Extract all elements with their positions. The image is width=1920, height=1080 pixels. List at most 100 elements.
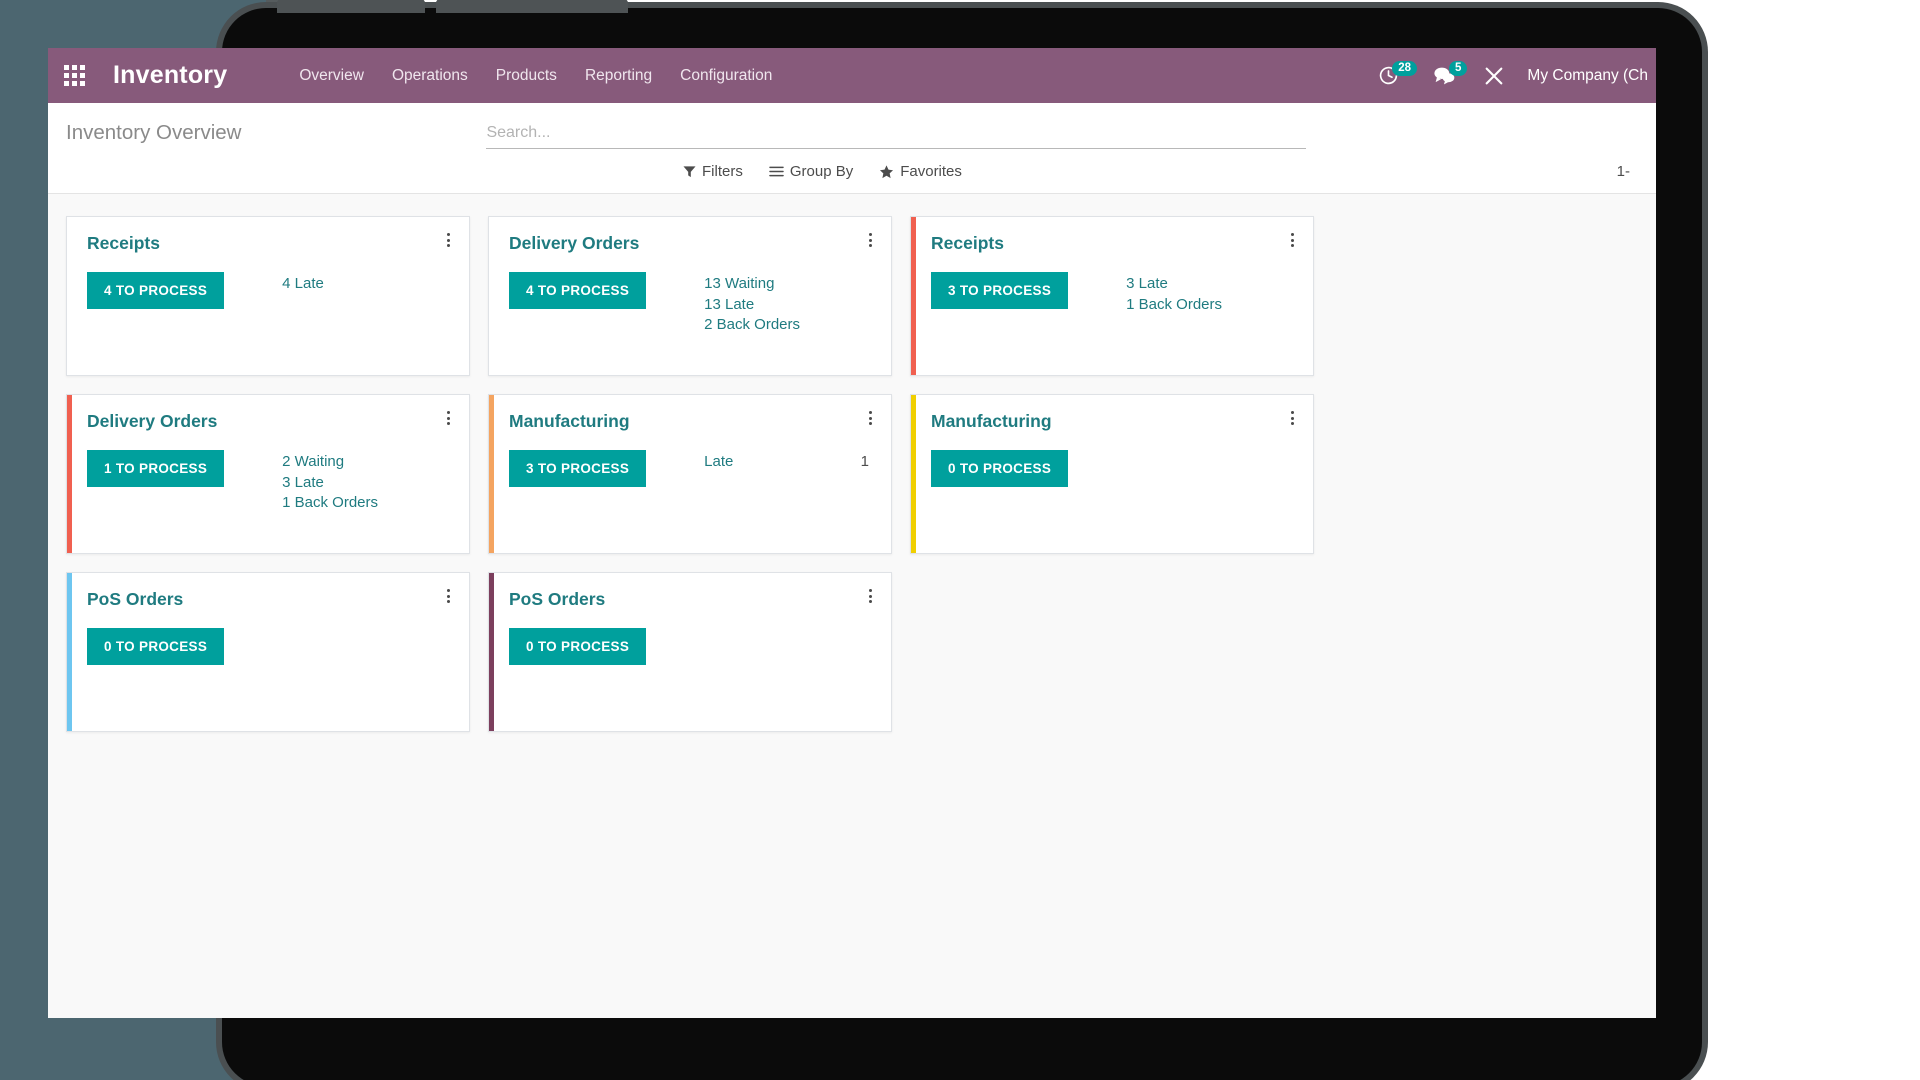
- filters-label: Filters: [702, 163, 743, 180]
- card-title[interactable]: PoS Orders: [509, 589, 605, 610]
- card-menu-icon[interactable]: [441, 587, 455, 605]
- page-root: Inventory Overview Operations Products R…: [0, 0, 1920, 1080]
- card-title[interactable]: Receipts: [87, 233, 160, 254]
- card-menu-icon[interactable]: [1285, 409, 1299, 427]
- to-process-button[interactable]: 1 TO PROCESS: [87, 450, 225, 487]
- card-inner: Receipts 3 TO PROCESS 3 Late 1 Back Orders: [911, 217, 1313, 315]
- search-view[interactable]: [486, 124, 1307, 149]
- card-inner: PoS Orders 0 TO PROCESS: [489, 573, 891, 665]
- to-process-button[interactable]: 4 TO PROCESS: [509, 272, 647, 309]
- card-stats: 13 Waiting 13 Late 2 Back Orders: [704, 272, 873, 336]
- kanban-card[interactable]: Manufacturing 3 TO PROCESS Late 1: [488, 394, 892, 554]
- menu-item-reporting[interactable]: Reporting: [571, 61, 666, 91]
- menu-item-configuration[interactable]: Configuration: [666, 61, 786, 91]
- card-stats: 3 Late 1 Back Orders: [1126, 272, 1295, 315]
- filter-funnel-icon: [683, 165, 696, 178]
- card-stats: [282, 628, 451, 630]
- card-inner: Delivery Orders 1 TO PROCESS 2 Waiting 3 La…: [67, 395, 469, 514]
- debug-menu[interactable]: [1483, 65, 1505, 87]
- card-body: 0 TO PROCESS: [87, 628, 451, 665]
- search-input[interactable]: [486, 124, 1307, 142]
- card-stats: Late 1: [704, 450, 873, 473]
- group-by-button[interactable]: Group By: [769, 163, 853, 180]
- card-stats: [1126, 450, 1295, 452]
- menu-item-products[interactable]: Products: [482, 61, 571, 91]
- kanban-card[interactable]: Receipts 4 TO PROCESS 4 Late: [66, 216, 470, 376]
- card-stat-line[interactable]: 1 Back Orders: [1126, 295, 1295, 316]
- card-stat-line[interactable]: 13 Late: [704, 295, 873, 316]
- company-switcher[interactable]: My Company (Ch: [1527, 67, 1648, 85]
- card-stats: [704, 628, 873, 630]
- card-body: 4 TO PROCESS 4 Late: [87, 272, 451, 309]
- card-body: 3 TO PROCESS 3 Late 1 Back Orders: [931, 272, 1295, 315]
- card-inner: Delivery Orders 4 TO PROCESS 13 Waiting 13 …: [489, 217, 891, 336]
- filters-button[interactable]: Filters: [683, 163, 743, 180]
- to-process-button[interactable]: 3 TO PROCESS: [931, 272, 1069, 309]
- card-stat-line[interactable]: Late 1: [704, 452, 873, 473]
- to-process-button[interactable]: 0 TO PROCESS: [87, 628, 225, 665]
- navbar-systray: 28 5 My Company (Ch: [1362, 61, 1656, 87]
- favorites-button[interactable]: Favorites: [879, 163, 962, 180]
- control-panel: Inventory Overview Filters: [48, 103, 1656, 194]
- menu-item-operations[interactable]: Operations: [378, 61, 482, 91]
- breadcrumb: Inventory Overview: [66, 121, 242, 144]
- messages-menu[interactable]: 5: [1433, 61, 1468, 86]
- card-stat-line[interactable]: 3 Late: [1126, 274, 1295, 295]
- card-inner: Manufacturing 3 TO PROCESS Late 1: [489, 395, 891, 487]
- to-process-button[interactable]: 0 TO PROCESS: [509, 628, 647, 665]
- card-menu-icon[interactable]: [863, 587, 877, 605]
- card-body: 4 TO PROCESS 13 Waiting 13 Late 2 Back Orde…: [509, 272, 873, 336]
- card-stat-line[interactable]: 2 Back Orders: [704, 315, 873, 336]
- card-color-stripe: [489, 573, 494, 731]
- card-stats: 2 Waiting 3 Late 1 Back Orders: [282, 450, 451, 514]
- control-panel-bottom: Filters Group By Favorites 1-: [66, 149, 1638, 193]
- activities-count-badge: 28: [1392, 61, 1417, 76]
- card-title[interactable]: Delivery Orders: [87, 411, 217, 432]
- card-menu-icon[interactable]: [863, 231, 877, 249]
- card-color-stripe: [489, 395, 494, 553]
- kanban-card[interactable]: PoS Orders 0 TO PROCESS: [488, 572, 892, 732]
- card-body: 3 TO PROCESS Late 1: [509, 450, 873, 487]
- control-panel-buttons: Filters Group By Favorites: [683, 163, 988, 180]
- card-menu-icon[interactable]: [1285, 231, 1299, 249]
- card-inner: PoS Orders 0 TO PROCESS: [67, 573, 469, 665]
- to-process-button[interactable]: 0 TO PROCESS: [931, 450, 1069, 487]
- tablet-screen-viewport: Inventory Overview Operations Products R…: [48, 48, 1656, 1018]
- card-title[interactable]: Manufacturing: [509, 411, 630, 432]
- card-stat-line[interactable]: 2 Waiting: [282, 452, 451, 473]
- kanban-card[interactable]: Manufacturing 0 TO PROCESS: [910, 394, 1314, 554]
- menu-item-overview[interactable]: Overview: [285, 61, 378, 91]
- activities-menu[interactable]: 28: [1378, 61, 1417, 86]
- card-title[interactable]: Receipts: [931, 233, 1004, 254]
- hamburger-lines-icon: [769, 165, 784, 178]
- wrench-tools-icon: [1483, 65, 1505, 87]
- card-stat-line[interactable]: 13 Waiting: [704, 274, 873, 295]
- apps-grid-icon[interactable]: [64, 65, 85, 86]
- to-process-button[interactable]: 3 TO PROCESS: [509, 450, 647, 487]
- card-title[interactable]: PoS Orders: [87, 589, 183, 610]
- kanban-card[interactable]: Delivery Orders 4 TO PROCESS 13 Waiting 13 …: [488, 216, 892, 376]
- device-top-button-right[interactable]: [436, 0, 628, 13]
- card-stat-line[interactable]: 1 Back Orders: [282, 493, 451, 514]
- card-color-stripe: [911, 217, 916, 375]
- card-title[interactable]: Delivery Orders: [509, 233, 639, 254]
- pager[interactable]: 1-: [1617, 163, 1638, 180]
- kanban-card[interactable]: PoS Orders 0 TO PROCESS: [66, 572, 470, 732]
- star-icon: [879, 164, 894, 179]
- card-stat-line[interactable]: 4 Late: [282, 274, 451, 295]
- card-stat-line[interactable]: 3 Late: [282, 473, 451, 494]
- card-title[interactable]: Manufacturing: [931, 411, 1052, 432]
- card-menu-icon[interactable]: [441, 409, 455, 427]
- card-color-stripe: [67, 395, 72, 553]
- card-stat-label: Late: [704, 453, 734, 470]
- device-top-button-left[interactable]: [277, 0, 425, 13]
- kanban-card[interactable]: Delivery Orders 1 TO PROCESS 2 Waiting 3 La…: [66, 394, 470, 554]
- kanban-board: Receipts 4 TO PROCESS 4 Late Delivery Order…: [48, 194, 1656, 984]
- navbar-menu: Overview Operations Products Reporting C…: [285, 61, 786, 91]
- kanban-card[interactable]: Receipts 3 TO PROCESS 3 Late 1 Back Orders: [910, 216, 1314, 376]
- app-brand-title[interactable]: Inventory: [113, 61, 227, 90]
- card-stats: 4 Late: [282, 272, 451, 295]
- card-menu-icon[interactable]: [441, 231, 455, 249]
- to-process-button[interactable]: 4 TO PROCESS: [87, 272, 225, 309]
- card-menu-icon[interactable]: [863, 409, 877, 427]
